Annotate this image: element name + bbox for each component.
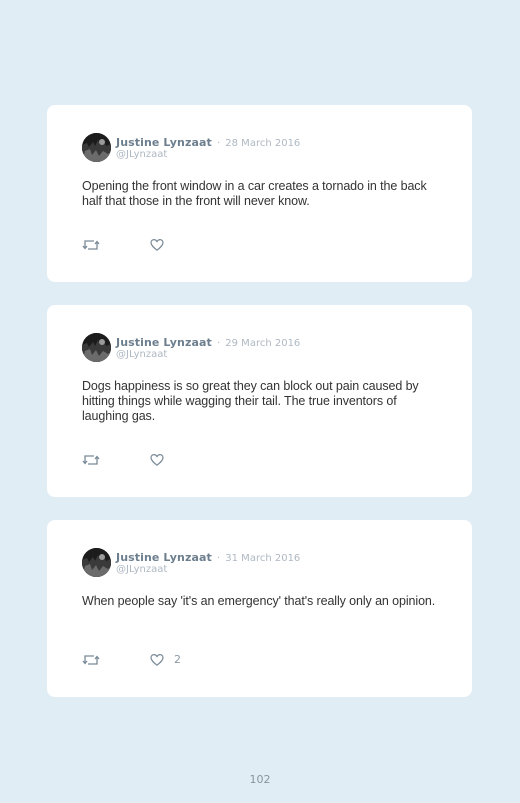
avatar-image — [82, 333, 111, 362]
author-handle[interactable]: @JLynzaat — [116, 148, 167, 161]
avatar-image — [82, 133, 111, 162]
separator: · — [217, 338, 221, 349]
author-handle[interactable]: @JLynzaat — [116, 348, 167, 361]
tweet-card: Justine Lynzaat · 29 March 2016 @JLynzaa… — [47, 305, 472, 497]
separator: · — [217, 553, 221, 564]
heart-icon[interactable] — [150, 238, 164, 252]
avatar[interactable] — [82, 133, 111, 162]
tweet-text: Opening the front window in a car create… — [82, 179, 427, 208]
tweet-card: Justine Lynzaat · 31 March 2016 @JLynzaa… — [47, 520, 472, 697]
tweet-text: When people say 'it's an emergency' that… — [82, 594, 436, 608]
tweet-text: Dogs happiness is so great they can bloc… — [82, 379, 419, 423]
tweet-card: Justine Lynzaat · 28 March 2016 @JLynzaa… — [47, 105, 472, 282]
separator: · — [217, 138, 221, 149]
author-handle[interactable]: @JLynzaat — [116, 563, 167, 576]
page-number: 102 — [249, 773, 271, 786]
tweet-date[interactable]: 29 March 2016 — [225, 338, 300, 349]
avatar[interactable] — [82, 548, 111, 577]
avatar-image — [82, 548, 111, 577]
tweet-date[interactable]: 28 March 2016 — [225, 138, 300, 149]
retweet-icon[interactable] — [82, 237, 100, 253]
heart-icon[interactable] — [150, 453, 164, 467]
retweet-icon[interactable] — [82, 652, 100, 668]
retweet-icon[interactable] — [82, 452, 100, 468]
like-count: 2 — [174, 653, 181, 666]
tweet-date[interactable]: 31 March 2016 — [225, 553, 300, 564]
avatar[interactable] — [82, 333, 111, 362]
heart-icon[interactable] — [150, 653, 164, 667]
